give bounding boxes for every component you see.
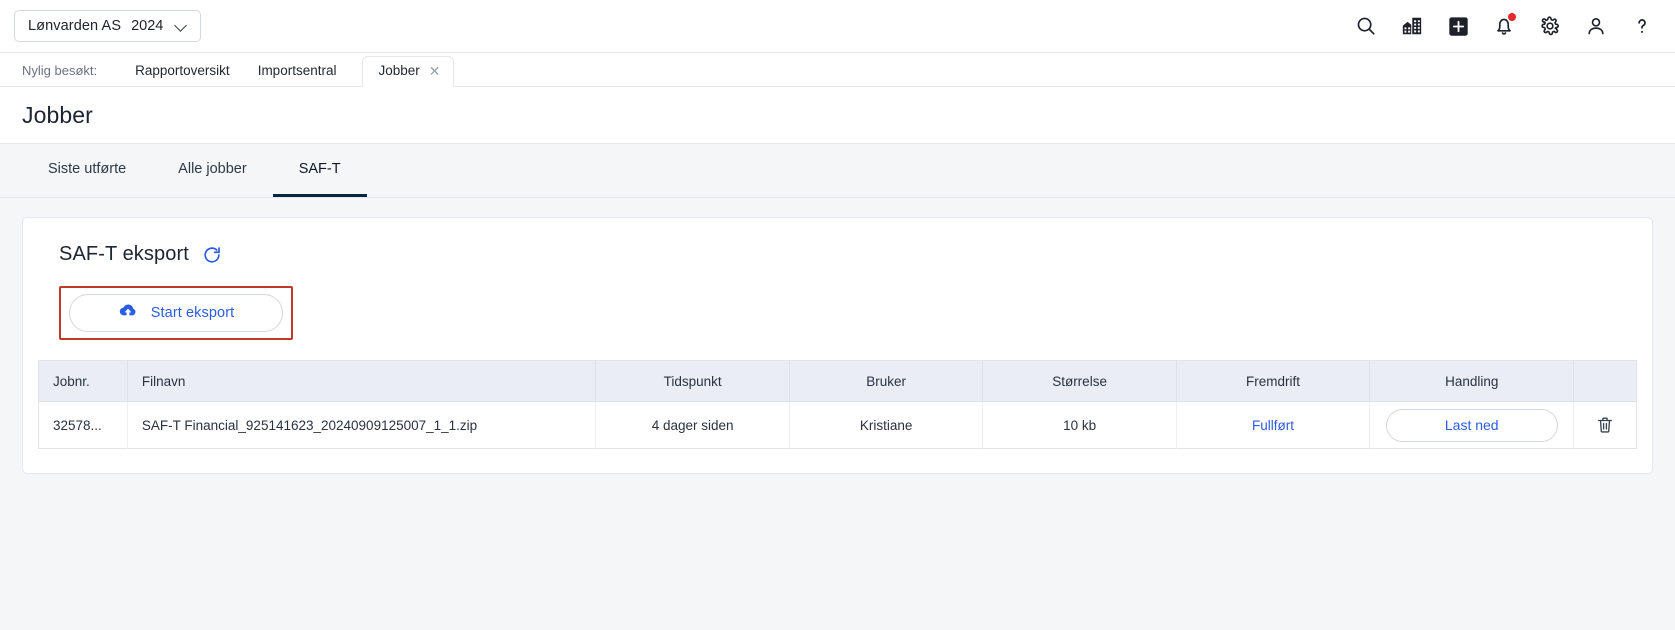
start-export-label: Start eksport bbox=[151, 305, 235, 321]
saf-t-export-table: Jobnr. Filnavn Tidspunkt Bruker Størrels… bbox=[38, 360, 1637, 449]
recently-visited-bar: Nylig besøkt: Rapportoversikt Importsent… bbox=[0, 53, 1675, 87]
tab-saf-t-label: SAF-T bbox=[299, 161, 341, 177]
refresh-icon[interactable] bbox=[201, 244, 223, 266]
column-header-storrelse: Størrelse bbox=[983, 361, 1176, 402]
download-button[interactable]: Last ned bbox=[1386, 409, 1558, 442]
tab-alle-jobber-label: Alle jobber bbox=[178, 161, 247, 177]
recent-tab-jobber[interactable]: Jobber ✕ bbox=[362, 56, 454, 87]
search-icon[interactable] bbox=[1353, 13, 1379, 39]
notification-badge bbox=[1508, 13, 1516, 21]
tab-siste-utforte[interactable]: Siste utførte bbox=[22, 144, 152, 197]
status-badge[interactable]: Fullført bbox=[1252, 418, 1294, 433]
cell-fremdrift: Fullført bbox=[1176, 402, 1369, 449]
top-bar: Lønvarden AS 2024 bbox=[0, 0, 1675, 53]
fiscal-year: 2024 bbox=[131, 18, 163, 34]
recent-link-rapportoversikt[interactable]: Rapportoversikt bbox=[121, 63, 244, 86]
cell-storrelse: 10 kb bbox=[983, 402, 1176, 449]
page-title: Jobber bbox=[22, 102, 93, 129]
chevron-down-icon bbox=[175, 20, 188, 33]
table-body: 32578... SAF-T Financial_925141623_20240… bbox=[39, 402, 1637, 449]
section-tabs: Siste utførte Alle jobber SAF-T bbox=[0, 143, 1675, 198]
cell-tidspunkt: 4 dager siden bbox=[596, 402, 789, 449]
settings-gear-icon[interactable] bbox=[1537, 13, 1563, 39]
column-header-delete bbox=[1574, 361, 1637, 402]
column-header-fremdrift: Fremdrift bbox=[1176, 361, 1369, 402]
close-icon[interactable]: ✕ bbox=[429, 64, 441, 78]
column-header-filnavn: Filnavn bbox=[127, 361, 596, 402]
main-content: SAF-T eksport bbox=[0, 198, 1675, 630]
trash-icon[interactable] bbox=[1592, 412, 1618, 438]
saf-t-export-card: SAF-T eksport bbox=[22, 217, 1653, 474]
recent-tab-jobber-label: Jobber bbox=[378, 63, 419, 78]
tab-saf-t[interactable]: SAF-T bbox=[273, 144, 367, 197]
cell-filnavn: SAF-T Financial_925141623_20240909125007… bbox=[127, 402, 596, 449]
topbar-icon-group bbox=[1353, 13, 1659, 39]
company-year-selector[interactable]: Lønvarden AS 2024 bbox=[14, 10, 201, 42]
tab-alle-jobber[interactable]: Alle jobber bbox=[152, 144, 273, 197]
card-header: SAF-T eksport bbox=[37, 243, 1638, 266]
recently-visited-label: Nylig besøkt: bbox=[22, 63, 97, 86]
table-header-row: Jobnr. Filnavn Tidspunkt Bruker Størrels… bbox=[39, 361, 1637, 402]
cell-handling: Last ned bbox=[1370, 402, 1574, 449]
user-account-icon[interactable] bbox=[1583, 13, 1609, 39]
page-title-area: Jobber bbox=[0, 87, 1675, 143]
application-window: Lønvarden AS 2024 bbox=[0, 0, 1675, 630]
add-plus-icon[interactable] bbox=[1445, 13, 1471, 39]
company-name: Lønvarden AS bbox=[28, 18, 121, 34]
notifications-bell-icon[interactable] bbox=[1491, 13, 1517, 39]
column-header-bruker: Bruker bbox=[789, 361, 982, 402]
card-title: SAF-T eksport bbox=[59, 243, 189, 266]
saf-t-table-wrapper: Jobnr. Filnavn Tidspunkt Bruker Størrels… bbox=[37, 360, 1638, 449]
column-header-tidspunkt: Tidspunkt bbox=[596, 361, 789, 402]
start-export-row: Start eksport bbox=[37, 286, 1638, 340]
column-header-jobnr: Jobnr. bbox=[39, 361, 128, 402]
start-export-highlight: Start eksport bbox=[59, 286, 293, 340]
cloud-download-icon bbox=[118, 301, 138, 326]
column-header-handling: Handling bbox=[1370, 361, 1574, 402]
start-export-button[interactable]: Start eksport bbox=[69, 294, 283, 332]
tab-siste-utforte-label: Siste utførte bbox=[48, 161, 126, 177]
cell-jobnr: 32578... bbox=[39, 402, 128, 449]
company-building-icon[interactable] bbox=[1399, 13, 1425, 39]
table-row[interactable]: 32578... SAF-T Financial_925141623_20240… bbox=[39, 402, 1637, 449]
table-header: Jobnr. Filnavn Tidspunkt Bruker Størrels… bbox=[39, 361, 1637, 402]
cell-delete bbox=[1574, 402, 1637, 449]
cell-bruker: Kristiane bbox=[789, 402, 982, 449]
help-question-icon[interactable] bbox=[1629, 13, 1655, 39]
recent-link-importsentral[interactable]: Importsentral bbox=[244, 63, 351, 86]
